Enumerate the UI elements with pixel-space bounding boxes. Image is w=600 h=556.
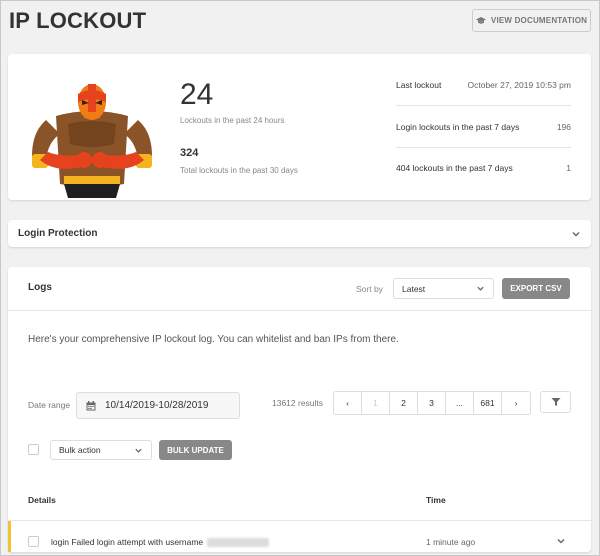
login-protection-title: Login Protection [18,228,98,239]
row-time: 1 minute ago [426,537,476,547]
stat-value: 196 [556,122,571,132]
filter-button[interactable] [540,391,571,413]
bulk-action-value: Bulk action [59,445,101,455]
sort-select[interactable]: Latest [393,278,494,299]
sort-value: Latest [402,283,426,294]
date-range-label: Date range [28,400,71,410]
stat-row-last-lockout: Last lockout October 27, 2019 10:53 pm [396,65,571,105]
bulk-action-select[interactable]: Bulk action [50,440,152,460]
row-checkbox[interactable] [28,536,39,547]
pagination-page-2[interactable]: 2 [390,392,418,414]
row-detail: login Failed login attempt with username [51,537,270,547]
lockouts-24h-count: 24 [180,78,214,111]
lockouts-30d-label: Total lockouts in the past 30 days [180,166,298,175]
wrestler-mascot-illustration [32,84,152,198]
stat-label: Last lockout [396,80,442,90]
results-count: 13612 results [272,398,324,408]
stat-row-404-lockouts: 404 lockouts in the past 7 days 1 [396,148,571,188]
pagination-page-1[interactable]: 1 [362,392,390,414]
logs-card: Logs Sort by Latest EXPORT CSV Here's yo… [8,267,591,552]
calendar-icon [86,400,96,410]
chevron-down-icon[interactable] [556,536,566,546]
login-protection-accordion[interactable]: Login Protection [8,220,591,247]
pagination: ‹ 1 2 3 ... 681 › [333,391,531,415]
stat-value: 1 [566,163,571,173]
lockouts-30d-count: 324 [180,147,199,159]
date-range-input[interactable]: 10/14/2019-10/28/2019 [76,392,240,419]
filter-icon [551,398,560,406]
summary-card: 24 Lockouts in the past 24 hours 324 Tot… [8,54,591,200]
lockouts-24h-label: Lockouts in the past 24 hours [180,116,285,125]
pagination-next-button[interactable]: › [502,392,530,414]
chevron-down-icon [477,286,484,291]
table-row[interactable]: login Failed login attempt with username… [8,521,591,552]
view-documentation-label: VIEW DOCUMENTATION [490,16,588,25]
sort-label: Sort by [356,284,383,294]
select-all-checkbox[interactable] [28,444,39,455]
chevron-down-icon [135,448,142,453]
column-header-details: Details [28,495,56,505]
export-csv-button[interactable]: EXPORT CSV [502,278,570,299]
logs-header: Logs Sort by Latest EXPORT CSV [8,267,591,311]
bulk-update-button[interactable]: BULK UPDATE [159,440,232,460]
pagination-page-3[interactable]: 3 [418,392,446,414]
pagination-ellipsis: ... [446,392,474,414]
column-header-time: Time [426,495,446,505]
stat-label: Login lockouts in the past 7 days [396,122,520,132]
graduation-cap-icon [475,16,486,24]
stat-divider [396,105,571,106]
logs-intro-text: Here's your comprehensive IP lockout log… [28,334,399,345]
stat-value: October 27, 2019 10:53 pm [467,80,572,90]
row-status-accent [8,521,11,552]
stat-row-login-lockouts: Login lockouts in the past 7 days 196 [396,107,571,147]
redacted-username [207,537,270,547]
pagination-page-last[interactable]: 681 [474,392,502,414]
pagination-prev-button[interactable]: ‹ [334,392,362,414]
chevron-down-icon[interactable] [571,229,581,239]
page-title: IP LOCKOUT [9,8,147,33]
row-detail-text: login Failed login attempt with username [51,537,204,547]
stat-label: 404 lockouts in the past 7 days [396,163,513,173]
date-range-value: 10/14/2019-10/28/2019 [105,400,209,411]
view-documentation-button[interactable]: VIEW DOCUMENTATION [472,9,591,32]
logs-title: Logs [28,282,52,293]
